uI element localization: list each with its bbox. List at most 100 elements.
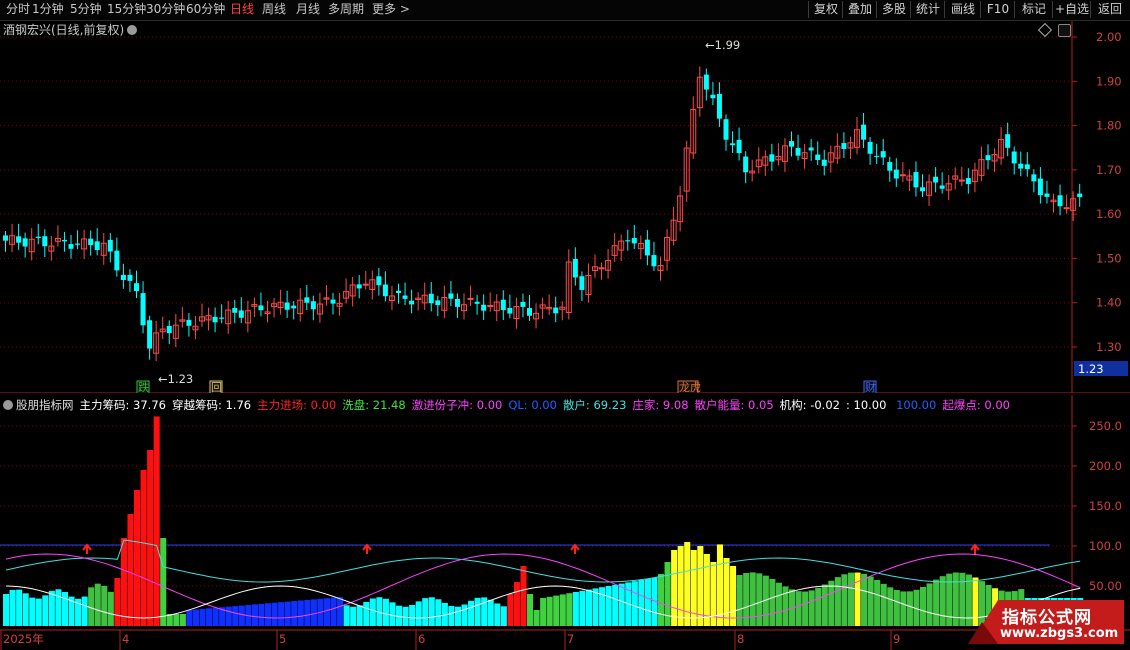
candle-body [958,179,965,182]
indicator-bar [435,599,442,626]
indicator-bar [520,566,527,626]
indicator-chart[interactable]: 250.0 200.0 150.0 100.0 50.00 2025年 4 5 6 7 8 9 [0,395,1130,650]
candle-body [238,310,244,318]
candle-body [716,93,722,119]
indicator-bar [592,588,599,626]
indicator-bar [933,579,940,626]
candle-body [3,235,8,241]
indicator-bar [677,546,684,626]
indicator-bar [723,558,730,626]
toolbar-button-7[interactable]: +自选 [1052,1,1091,18]
indicator-bar [212,607,219,626]
event-tag[interactable]: 财 [865,380,876,393]
indicator-item: 100.00 [892,398,936,412]
indicator-bar [716,544,723,626]
period-tab-3[interactable]: 15分钟 [107,2,146,17]
toolbar-button-3[interactable]: 统计 [910,1,945,18]
candle-body [474,301,480,304]
top-toolbar: 分时 1分钟 5分钟 15分钟 30分钟 60分钟 日线 周线 月线 多周期 更多 > 复权 叠加 多股统… [0,0,1130,21]
indicator-item-value: 0.05 [744,398,774,412]
candle-body [985,155,991,161]
period-tab-0[interactable]: 分时 [6,2,30,17]
period-tab-6[interactable]: 日线 [230,2,254,17]
indicator-bar [775,582,782,626]
price-tick-label: 1.70 [1096,163,1122,177]
candle-body [1011,151,1017,164]
toolbar-button-5[interactable]: F10 [980,1,1015,18]
indicator-bar [834,577,841,626]
event-tag[interactable]: 跌 [138,380,149,393]
period-tab-2[interactable]: 5分钟 [70,2,102,17]
indicator-item-value: 37.76 [129,398,166,412]
candle-body [1024,164,1030,170]
candle-body [920,187,925,192]
candle-body [114,250,120,271]
indicator-bar [821,584,828,626]
indicator-item: 主力进场: 0.00 [257,398,336,412]
candlestick-chart[interactable]: 2.00 1.90 1.80 1.70 1.60 1.50 1.40 1.30 1.23 ←1.9… [0,21,1130,393]
toolbar-button-4[interactable]: 画线 [944,1,981,18]
indicator-bar [310,599,317,626]
candle-body [330,299,336,304]
ind-tick-label: 250.0 [1089,419,1122,433]
candle-body [887,162,893,171]
candle-body [428,293,434,304]
candle-body [769,154,775,162]
indicator-bar [232,606,239,626]
watermark-title: 指标公式网 [1002,608,1092,628]
toolbar-button-6[interactable]: 标记 [1014,1,1053,18]
indicator-bar [730,566,737,626]
candle-body [134,283,139,292]
candle-body [487,305,494,308]
period-tab-10[interactable]: 更多 > [372,2,410,17]
event-tag[interactable]: 回 [211,381,222,393]
period-tab-8[interactable]: 月线 [296,2,320,17]
candle-body [1077,193,1083,198]
indicator-bar [81,596,88,626]
toolbar-button-2[interactable]: 多股 [876,1,911,18]
indicator-item-value: 1.76 [221,398,252,412]
toolbar-button-8[interactable]: 返回 [1090,1,1129,18]
toolbar-button-1[interactable]: 叠加 [842,1,877,18]
indicator-item-value: -0.02 [806,398,840,412]
period-tab-4[interactable]: 30分钟 [146,2,185,17]
candle-body [743,156,749,173]
chevron-down-icon[interactable] [127,25,138,35]
indicator-item-value: 10.00 [849,398,887,412]
indicator-menu-icon[interactable] [3,400,13,410]
period-tab-5[interactable]: 60分钟 [186,2,225,17]
event-tag[interactable]: 龙虎 [679,381,701,393]
window-toggle-icon[interactable] [1058,24,1071,37]
indicator-bar [140,470,147,626]
candle-body [362,283,369,286]
toolbar-button-0[interactable]: 复权 [808,1,843,18]
candle-body [68,244,74,249]
indicator-bars [3,416,1084,626]
period-tab-9[interactable]: 多周期 [328,2,364,17]
candle-body [186,319,192,326]
period-tab-1[interactable]: 1分钟 [32,2,64,17]
candle-body [1063,207,1070,210]
candle-body [1005,134,1011,148]
indicator-bar [658,574,665,626]
indicator-item: 机构: -0.02 [780,398,840,412]
indicator-bar [356,605,363,626]
candle-body [454,298,460,307]
indicator-bar [35,598,42,626]
period-tab-7[interactable]: 周线 [262,2,286,17]
indicator-bar [618,583,625,626]
candle-body [409,300,415,305]
candle-body [35,236,41,238]
candle-body [965,178,971,184]
indicator-bar [684,542,691,626]
indicator-bar [278,602,285,626]
indicator-bar [926,583,933,626]
retail-line [5,539,1081,583]
indicator-bar [422,598,429,626]
indicator-item-label: 散户能量: [694,398,745,412]
indicator-bar [572,592,579,626]
candle-body [258,305,264,311]
indicator-bar [225,606,232,626]
time-label: 6 [418,632,425,646]
indicator-bar [42,595,49,626]
